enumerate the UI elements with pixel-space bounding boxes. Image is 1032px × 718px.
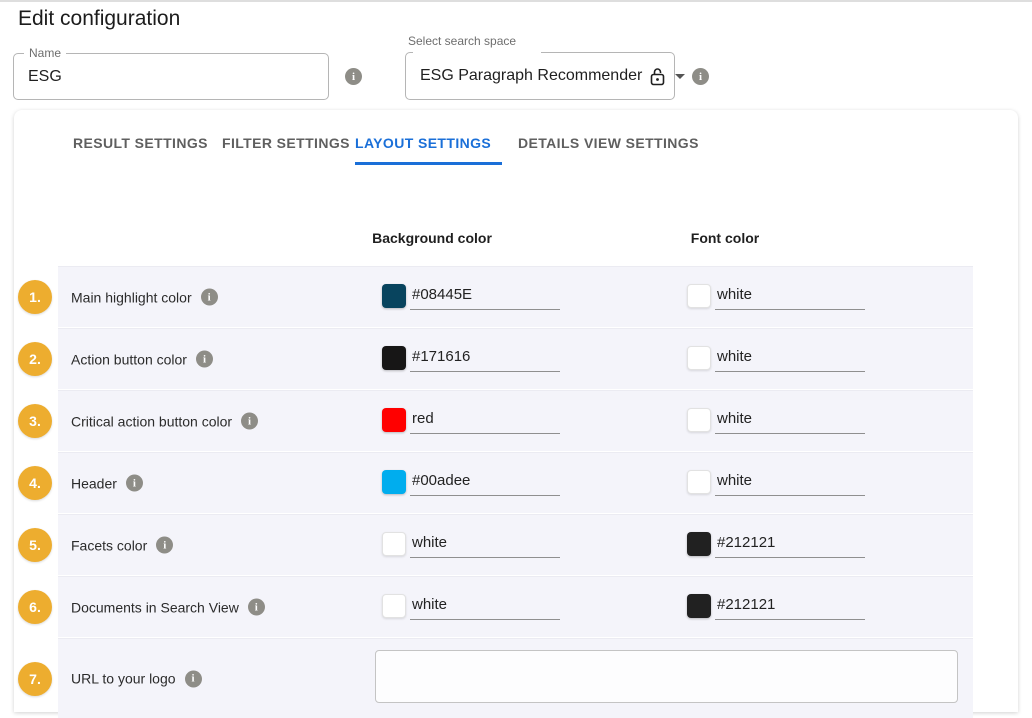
font-color-cell: [687, 532, 865, 558]
font-color-swatch[interactable]: [687, 594, 711, 618]
layout-settings-table: Background color Font color 1.Main highl…: [58, 213, 973, 718]
table-row: 6.Documents in Search Viewi: [58, 576, 973, 637]
settings-card: RESULT SETTINGS FILTER SETTINGS LAYOUT SET…: [14, 110, 1018, 712]
active-tab-underline: [355, 162, 502, 165]
row-label-group: Action button color i: [71, 351, 213, 368]
tab-filter-settings[interactable]: FILTER SETTINGS: [222, 135, 350, 151]
font-color-swatch[interactable]: [687, 408, 711, 432]
bg-color-cell: [382, 346, 560, 372]
font-color-swatch[interactable]: [687, 470, 711, 494]
tab-result-settings[interactable]: RESULT SETTINGS: [73, 135, 208, 151]
name-input[interactable]: [28, 54, 308, 99]
bg-color-input[interactable]: [410, 532, 560, 558]
row-label: Action button color: [71, 351, 187, 367]
name-info-icon[interactable]: i: [345, 68, 362, 85]
row-number-badge: 4.: [18, 466, 52, 500]
row-info-icon[interactable]: i: [156, 537, 173, 554]
page-title: Edit configuration: [18, 7, 180, 31]
search-space-value: ESG Paragraph Recommender: [420, 67, 642, 85]
row-number-badge: 2.: [18, 342, 52, 376]
row-info-icon[interactable]: i: [185, 670, 202, 687]
column-header-background-color: Background color: [352, 230, 512, 246]
table-row: 3.Critical action button colori: [58, 390, 973, 451]
bg-color-swatch[interactable]: [382, 594, 406, 618]
row-number-badge: 5.: [18, 528, 52, 562]
bg-color-swatch[interactable]: [382, 346, 406, 370]
row-info-icon[interactable]: i: [126, 475, 143, 492]
chevron-down-icon: [675, 74, 685, 79]
bg-color-input[interactable]: [410, 470, 560, 496]
row-label: Facets color: [71, 537, 147, 553]
font-color-cell: [687, 408, 865, 434]
row-label: URL to your logo: [71, 671, 176, 687]
font-color-cell: [687, 594, 865, 620]
bg-color-cell: [382, 408, 560, 434]
font-color-cell: [687, 346, 865, 372]
row-label-group: URL to your logo i: [71, 670, 202, 687]
row-info-icon[interactable]: i: [201, 289, 218, 306]
bg-color-input[interactable]: [410, 346, 560, 372]
row-label: Header: [71, 475, 117, 491]
table-header-row: Background color Font color: [58, 213, 973, 265]
row-number-badge: 6.: [18, 590, 52, 624]
font-color-input[interactable]: [715, 532, 865, 558]
table-row: 5.Facets colori: [58, 514, 973, 575]
row-number-badge: 1.: [18, 280, 52, 314]
font-color-cell: [687, 470, 865, 496]
row-label: Critical action button color: [71, 413, 232, 429]
font-color-swatch[interactable]: [687, 532, 711, 556]
font-color-input[interactable]: [715, 408, 865, 434]
row-label-group: Main highlight color i: [71, 289, 218, 306]
font-color-cell: [687, 284, 865, 310]
table-row: 2.Action button colori: [58, 328, 973, 389]
bg-color-swatch[interactable]: [382, 470, 406, 494]
font-color-input[interactable]: [715, 346, 865, 372]
bg-color-swatch[interactable]: [382, 532, 406, 556]
bg-color-cell: [382, 284, 560, 310]
tab-layout-settings[interactable]: LAYOUT SETTINGS: [355, 135, 491, 151]
row-label: Documents in Search View: [71, 599, 239, 615]
row-number-badge: 3.: [18, 404, 52, 438]
search-space-select[interactable]: ESG Paragraph Recommender: [405, 52, 675, 100]
row-label-group: Facets color i: [71, 537, 173, 554]
tab-details-view-settings[interactable]: DETAILS VIEW SETTINGS: [518, 135, 699, 151]
table-row-logo-url: 7.URL to your logoi: [58, 638, 973, 718]
row-label-group: Documents in Search View i: [71, 599, 265, 616]
font-color-swatch[interactable]: [687, 284, 711, 308]
bg-color-input[interactable]: [410, 284, 560, 310]
logo-url-input[interactable]: [375, 650, 958, 703]
row-info-icon[interactable]: i: [196, 351, 213, 368]
lock-icon: [650, 67, 665, 86]
table-row: 4.Headeri: [58, 452, 973, 513]
row-label-group: Critical action button color i: [71, 413, 258, 430]
row-label: Main highlight color: [71, 289, 192, 305]
search-space-notch: [413, 52, 541, 54]
bg-color-cell: [382, 470, 560, 496]
font-color-input[interactable]: [715, 284, 865, 310]
font-color-swatch[interactable]: [687, 346, 711, 370]
font-color-input[interactable]: [715, 470, 865, 496]
bg-color-swatch[interactable]: [382, 408, 406, 432]
row-number-badge: 7.: [18, 662, 52, 696]
column-header-font-color: Font color: [645, 230, 805, 246]
name-field[interactable]: Name: [13, 53, 329, 100]
row-info-icon[interactable]: i: [248, 599, 265, 616]
row-label-group: Headeri: [71, 475, 143, 492]
bg-color-swatch[interactable]: [382, 284, 406, 308]
window-top-border: [0, 0, 1032, 2]
search-space-label: Select search space: [408, 34, 516, 48]
bg-color-input[interactable]: [410, 408, 560, 434]
bg-color-cell: [382, 532, 560, 558]
search-space-info-icon[interactable]: i: [692, 68, 709, 85]
font-color-input[interactable]: [715, 594, 865, 620]
table-row: 1.Main highlight colori: [58, 266, 973, 327]
bg-color-cell: [382, 594, 560, 620]
bg-color-input[interactable]: [410, 594, 560, 620]
row-info-icon[interactable]: i: [241, 413, 258, 430]
